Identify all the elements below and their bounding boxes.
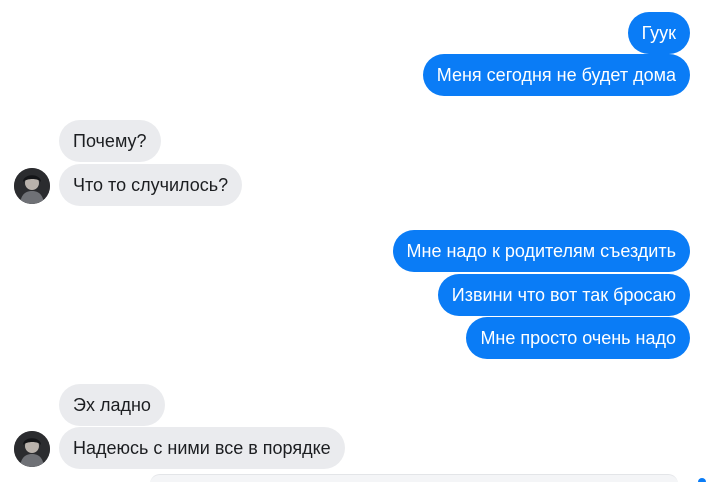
incoming-message[interactable]: Надеюсь с ними все в порядке <box>59 427 345 469</box>
outgoing-message[interactable]: Меня сегодня не будет дома <box>422 54 690 96</box>
user-avatar-icon[interactable] <box>14 431 50 467</box>
incoming-message[interactable]: Почему? <box>59 120 161 162</box>
incoming-message[interactable]: Что то случилось? <box>59 164 243 206</box>
message-composer[interactable] <box>150 474 678 482</box>
outgoing-message[interactable]: Гуук <box>627 12 690 54</box>
outgoing-message[interactable]: Мне надо к родителям съездить <box>392 230 690 272</box>
user-avatar-icon[interactable] <box>14 168 50 204</box>
outgoing-message[interactable]: Мне просто очень надо <box>466 317 690 359</box>
incoming-message[interactable]: Эх ладно <box>59 384 165 426</box>
chat-screen: Гуук Меня сегодня не будет дома Почему? … <box>0 0 720 482</box>
outgoing-message[interactable]: Извини что вот так бросаю <box>437 274 690 316</box>
send-indicator-icon <box>698 478 706 482</box>
